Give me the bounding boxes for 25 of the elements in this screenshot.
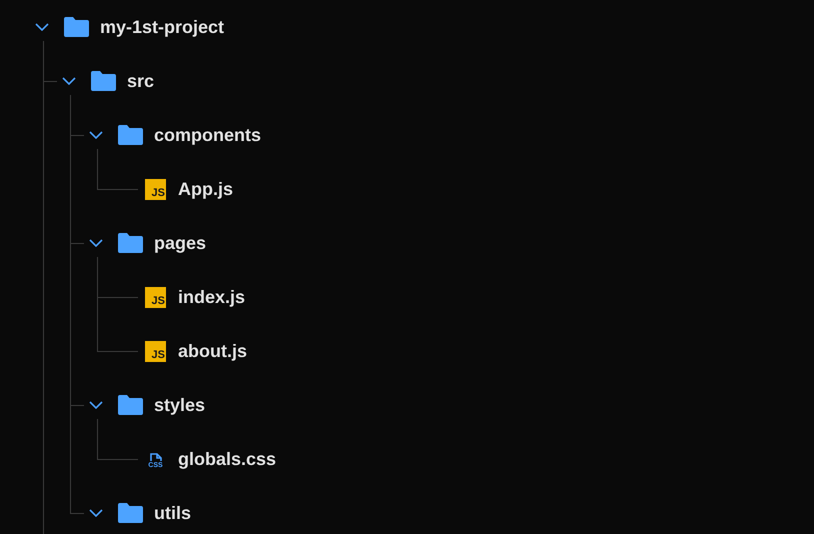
file-name[interactable]: App.js bbox=[178, 176, 234, 202]
folder-icon bbox=[118, 233, 143, 253]
chevron-down-icon[interactable] bbox=[35, 23, 49, 31]
javascript-file-icon: JS bbox=[145, 178, 166, 200]
file-name[interactable]: index.js bbox=[178, 284, 246, 310]
folder-name[interactable]: pages bbox=[154, 230, 206, 256]
folder-icon bbox=[118, 125, 143, 145]
folder-icon bbox=[118, 395, 143, 415]
folder-name[interactable]: src bbox=[127, 68, 154, 94]
folder-name[interactable]: my-1st-project bbox=[100, 14, 224, 40]
chevron-down-icon[interactable] bbox=[89, 239, 103, 247]
folder-name[interactable]: utils bbox=[154, 500, 192, 526]
folder-name[interactable]: components bbox=[154, 122, 262, 148]
file-name[interactable]: about.js bbox=[178, 338, 248, 364]
folder-icon bbox=[91, 71, 116, 91]
file-name[interactable]: globals.css bbox=[178, 446, 276, 472]
chevron-down-icon[interactable] bbox=[62, 77, 76, 85]
folder-name[interactable]: styles bbox=[154, 392, 206, 418]
chevron-down-icon[interactable] bbox=[89, 131, 103, 139]
folder-icon bbox=[118, 503, 143, 523]
chevron-down-icon[interactable] bbox=[89, 401, 103, 409]
javascript-file-icon: JS bbox=[145, 340, 166, 362]
chevron-down-icon[interactable] bbox=[89, 509, 103, 517]
folder-icon bbox=[64, 17, 89, 37]
javascript-file-icon: JS bbox=[145, 286, 166, 308]
